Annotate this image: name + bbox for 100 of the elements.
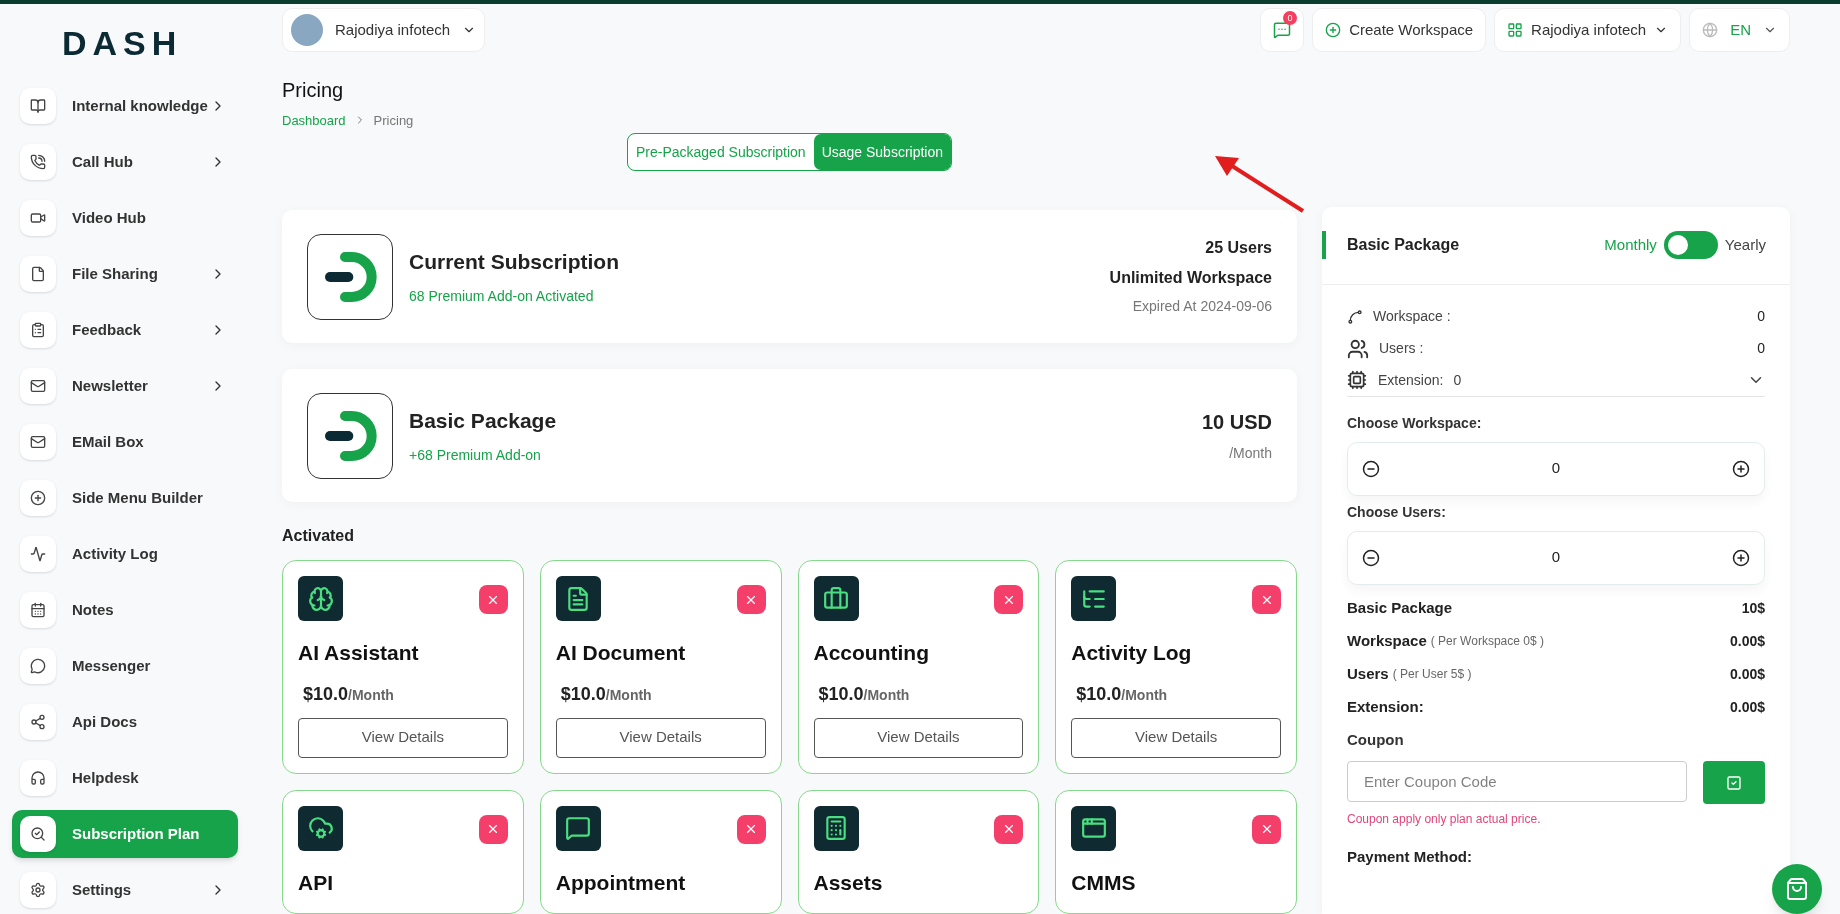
chat-icon xyxy=(1273,21,1292,40)
count-value: 0 xyxy=(1757,307,1765,326)
page-title: Pricing xyxy=(282,77,344,103)
addon-name: AI Assistant xyxy=(298,640,419,666)
addon-icon xyxy=(555,805,601,851)
cart-button[interactable] xyxy=(1772,864,1822,914)
addon-name: CMMS xyxy=(1071,869,1136,896)
count-label: Workspace : xyxy=(1373,307,1451,326)
close-icon xyxy=(744,822,758,836)
sidebar-item[interactable]: Api Docs xyxy=(12,698,238,746)
quantity-stepper[interactable]: 0 xyxy=(1347,441,1765,496)
remove-button[interactable] xyxy=(1252,585,1281,614)
addon-icon xyxy=(813,805,859,851)
addon-name: AI Document xyxy=(555,640,686,666)
addon-icon xyxy=(1071,576,1117,621)
line-amount: 10$ xyxy=(1741,598,1765,618)
company-dropdown[interactable]: Rajodiya infotech xyxy=(282,8,486,53)
remove-button[interactable] xyxy=(478,585,508,614)
remove-button[interactable] xyxy=(1252,814,1281,844)
line-note: ( Per User 5$ ) xyxy=(1392,666,1472,683)
workspace-dropdown[interactable]: Rajodiya infotech xyxy=(1494,8,1682,53)
minus-icon[interactable] xyxy=(1362,548,1380,567)
brand-logo-icon xyxy=(307,392,393,479)
remove-button[interactable] xyxy=(994,814,1024,844)
menu-icon xyxy=(20,760,56,796)
addon-name: Assets xyxy=(813,869,883,896)
addon-price: $10.0/Month xyxy=(560,682,652,706)
bag-icon xyxy=(1785,877,1809,901)
panel-title: Basic Package xyxy=(1347,235,1460,255)
menu-icon xyxy=(20,648,56,684)
apply-coupon-button[interactable] xyxy=(1703,761,1765,804)
field-label: Choose Workspace: xyxy=(1347,413,1482,433)
plus-icon[interactable] xyxy=(1732,459,1750,478)
check-icon xyxy=(1726,774,1742,791)
minus-icon[interactable] xyxy=(1362,459,1380,478)
view-details-button[interactable]: View Details xyxy=(298,717,508,758)
plus-icon[interactable] xyxy=(1732,548,1750,567)
remove-button[interactable] xyxy=(736,814,766,844)
menu-icon xyxy=(20,88,56,124)
coupon-input[interactable]: Enter Coupon Code xyxy=(1347,761,1687,802)
sidebar-item[interactable]: EMail Box xyxy=(12,418,238,466)
view-details-button[interactable]: View Details xyxy=(555,717,766,758)
remove-button[interactable] xyxy=(736,585,766,614)
menu-icon xyxy=(20,368,56,404)
addon-icon xyxy=(813,576,859,621)
sidebar-item[interactable]: Activity Log xyxy=(12,530,238,578)
chip-icon xyxy=(1347,370,1367,390)
create-workspace-button[interactable]: Create Workspace xyxy=(1312,8,1487,53)
sidebar-item[interactable]: Call Hub xyxy=(12,138,238,186)
addon-icon xyxy=(1071,805,1117,851)
field-label: Coupon xyxy=(1347,729,1404,750)
sidebar-item[interactable]: Helpdesk xyxy=(12,754,238,802)
addon-price: $10.0/Month xyxy=(818,682,910,706)
view-details-button[interactable]: View Details xyxy=(1071,717,1281,758)
menu-icon xyxy=(20,816,56,852)
notification-badge: 0 xyxy=(1283,11,1298,26)
sidebar-item[interactable]: Internal knowledge xyxy=(12,82,238,130)
field-label: Payment Method: xyxy=(1347,847,1472,867)
card-subtitle: +68 Premium Add-on xyxy=(409,445,542,465)
line-amount: 0.00$ xyxy=(1729,631,1765,651)
package-price: 10 USD xyxy=(1201,410,1272,435)
users-count: 25 Users xyxy=(1205,238,1272,258)
brand-logo-icon xyxy=(307,233,393,320)
sidebar-item[interactable]: Side Menu Builder xyxy=(12,474,238,522)
menu-icon xyxy=(20,872,56,908)
line-label: Workspace xyxy=(1347,630,1427,651)
card-title: Current Subscription xyxy=(409,249,619,276)
addon-icon xyxy=(298,576,343,621)
field-label: Choose Users: xyxy=(1347,502,1446,522)
remove-button[interactable] xyxy=(478,814,508,844)
addon-icon xyxy=(298,805,343,851)
sidebar-item[interactable]: Feedback xyxy=(12,306,238,354)
view-details-button[interactable]: View Details xyxy=(813,717,1024,758)
users-icon xyxy=(1347,337,1369,360)
menu-icon xyxy=(20,200,56,236)
addon-price: $10.0/Month xyxy=(303,682,394,706)
count-value: 0 xyxy=(1453,370,1462,390)
remove-button[interactable] xyxy=(994,585,1024,614)
addon-name: Activity Log xyxy=(1071,640,1192,666)
sidebar-item[interactable]: Messenger xyxy=(12,642,238,690)
chat-button[interactable]: 0 xyxy=(1260,8,1305,53)
menu-icon xyxy=(20,424,56,460)
sidebar-item[interactable]: Video Hub xyxy=(12,194,238,242)
logo: DASH xyxy=(62,26,183,60)
company-avatar-icon xyxy=(291,14,323,47)
quantity-stepper[interactable]: 0 xyxy=(1347,530,1765,585)
addon-name: Appointment xyxy=(555,869,686,896)
globe-icon xyxy=(1702,22,1719,39)
menu-icon xyxy=(20,704,56,740)
billing-toggle[interactable] xyxy=(1663,231,1718,259)
sidebar-item[interactable]: File Sharing xyxy=(12,250,238,298)
curve-icon xyxy=(1347,308,1363,325)
sidebar-item[interactable]: Settings xyxy=(12,866,238,914)
price-period: /Month xyxy=(1229,444,1272,463)
sidebar-item[interactable]: Notes xyxy=(12,586,238,634)
menu-icon xyxy=(20,592,56,628)
line-amount: 0.00$ xyxy=(1729,697,1765,717)
line-label: Basic Package xyxy=(1347,597,1453,618)
sidebar-item[interactable]: Newsletter xyxy=(12,362,238,410)
menu-icon xyxy=(20,536,56,572)
